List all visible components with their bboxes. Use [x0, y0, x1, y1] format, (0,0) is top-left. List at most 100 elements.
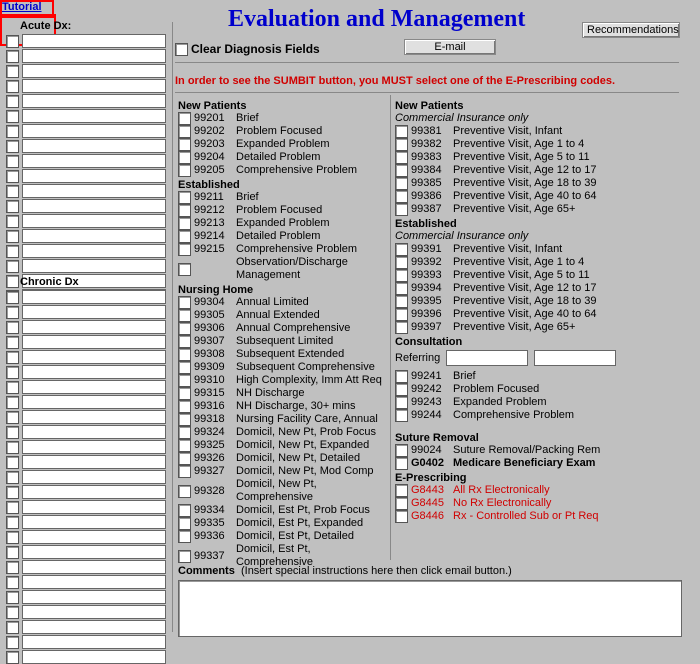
- dx-checkbox[interactable]: [6, 260, 19, 273]
- code-checkbox[interactable]: [395, 177, 408, 190]
- code-checkbox[interactable]: [178, 151, 191, 164]
- code-checkbox[interactable]: [395, 308, 408, 321]
- code-checkbox[interactable]: [178, 164, 191, 177]
- dx-checkbox[interactable]: [6, 110, 19, 123]
- dx-checkbox[interactable]: [6, 155, 19, 168]
- dx-checkbox[interactable]: [6, 366, 19, 379]
- code-checkbox[interactable]: [178, 485, 191, 498]
- dx-checkbox[interactable]: [6, 651, 19, 664]
- code-checkbox[interactable]: [178, 452, 191, 465]
- code-checkbox[interactable]: [395, 269, 408, 282]
- dx-checkbox[interactable]: [6, 576, 19, 589]
- code-checkbox[interactable]: [178, 263, 191, 276]
- dx-input[interactable]: [22, 545, 166, 559]
- comments-textarea[interactable]: [178, 580, 682, 637]
- code-checkbox[interactable]: [178, 374, 191, 387]
- code-checkbox[interactable]: [395, 321, 408, 334]
- dx-checkbox[interactable]: [6, 351, 19, 364]
- dx-input[interactable]: [22, 605, 166, 619]
- code-checkbox[interactable]: [178, 426, 191, 439]
- dx-checkbox[interactable]: [6, 636, 19, 649]
- code-checkbox[interactable]: [395, 256, 408, 269]
- code-checkbox[interactable]: [178, 230, 191, 243]
- dx-checkbox[interactable]: [6, 215, 19, 228]
- dx-checkbox[interactable]: [6, 441, 19, 454]
- dx-input[interactable]: [22, 470, 166, 484]
- dx-input[interactable]: [22, 184, 166, 198]
- code-checkbox[interactable]: [178, 125, 191, 138]
- dx-input[interactable]: [22, 169, 166, 183]
- dx-input[interactable]: [22, 635, 166, 649]
- dx-input[interactable]: [22, 500, 166, 514]
- dx-checkbox[interactable]: [6, 170, 19, 183]
- dx-checkbox[interactable]: [6, 426, 19, 439]
- code-checkbox[interactable]: [178, 550, 191, 563]
- dx-input[interactable]: [22, 305, 166, 319]
- dx-input[interactable]: [22, 380, 166, 394]
- code-checkbox[interactable]: [178, 504, 191, 517]
- code-checkbox[interactable]: [395, 138, 408, 151]
- code-checkbox[interactable]: [395, 370, 408, 383]
- clear-diagnosis-checkbox[interactable]: [175, 43, 188, 56]
- dx-input[interactable]: [22, 410, 166, 424]
- dx-checkbox[interactable]: [6, 125, 19, 138]
- dx-input[interactable]: [22, 395, 166, 409]
- code-checkbox[interactable]: [178, 361, 191, 374]
- code-checkbox[interactable]: [178, 465, 191, 478]
- dx-input[interactable]: [22, 244, 166, 258]
- code-checkbox[interactable]: [395, 444, 408, 457]
- dx-checkbox[interactable]: [6, 95, 19, 108]
- code-checkbox[interactable]: [178, 322, 191, 335]
- code-checkbox[interactable]: [178, 309, 191, 322]
- dx-input[interactable]: [22, 425, 166, 439]
- dx-input[interactable]: [22, 320, 166, 334]
- code-checkbox[interactable]: [178, 112, 191, 125]
- code-checkbox[interactable]: [178, 400, 191, 413]
- code-checkbox[interactable]: [178, 204, 191, 217]
- dx-checkbox[interactable]: [6, 561, 19, 574]
- code-checkbox[interactable]: [395, 164, 408, 177]
- dx-input[interactable]: [22, 49, 166, 63]
- dx-checkbox[interactable]: [6, 486, 19, 499]
- dx-checkbox[interactable]: [6, 306, 19, 319]
- dx-checkbox[interactable]: [6, 230, 19, 243]
- code-checkbox[interactable]: [178, 387, 191, 400]
- dx-checkbox[interactable]: [6, 531, 19, 544]
- dx-input[interactable]: [22, 455, 166, 469]
- dx-checkbox[interactable]: [6, 471, 19, 484]
- code-checkbox[interactable]: [395, 295, 408, 308]
- dx-checkbox[interactable]: [6, 591, 19, 604]
- code-checkbox[interactable]: [395, 282, 408, 295]
- dx-input[interactable]: [22, 650, 166, 664]
- dx-checkbox[interactable]: [6, 35, 19, 48]
- code-checkbox[interactable]: [395, 243, 408, 256]
- dx-input[interactable]: [22, 214, 166, 228]
- dx-checkbox[interactable]: [6, 140, 19, 153]
- recommendations-button[interactable]: Recommendations: [582, 22, 680, 38]
- referring-input-2[interactable]: [534, 350, 616, 366]
- dx-input[interactable]: [22, 485, 166, 499]
- dx-checkbox[interactable]: [6, 396, 19, 409]
- dx-input[interactable]: [22, 199, 166, 213]
- dx-checkbox[interactable]: [6, 65, 19, 78]
- code-checkbox[interactable]: [395, 409, 408, 422]
- code-checkbox[interactable]: [395, 203, 408, 216]
- dx-checkbox[interactable]: [6, 456, 19, 469]
- dx-input[interactable]: [22, 79, 166, 93]
- code-checkbox[interactable]: [395, 125, 408, 138]
- dx-input[interactable]: [22, 365, 166, 379]
- dx-input[interactable]: [22, 530, 166, 544]
- code-checkbox[interactable]: [178, 191, 191, 204]
- dx-input[interactable]: [22, 560, 166, 574]
- dx-input[interactable]: [22, 34, 166, 48]
- code-checkbox[interactable]: [395, 190, 408, 203]
- dx-input[interactable]: [22, 154, 166, 168]
- code-checkbox[interactable]: [178, 243, 191, 256]
- dx-input[interactable]: [22, 440, 166, 454]
- dx-input[interactable]: [22, 139, 166, 153]
- code-checkbox[interactable]: [178, 517, 191, 530]
- dx-input[interactable]: [22, 590, 166, 604]
- dx-input[interactable]: [22, 94, 166, 108]
- code-checkbox[interactable]: [178, 530, 191, 543]
- code-checkbox[interactable]: [395, 151, 408, 164]
